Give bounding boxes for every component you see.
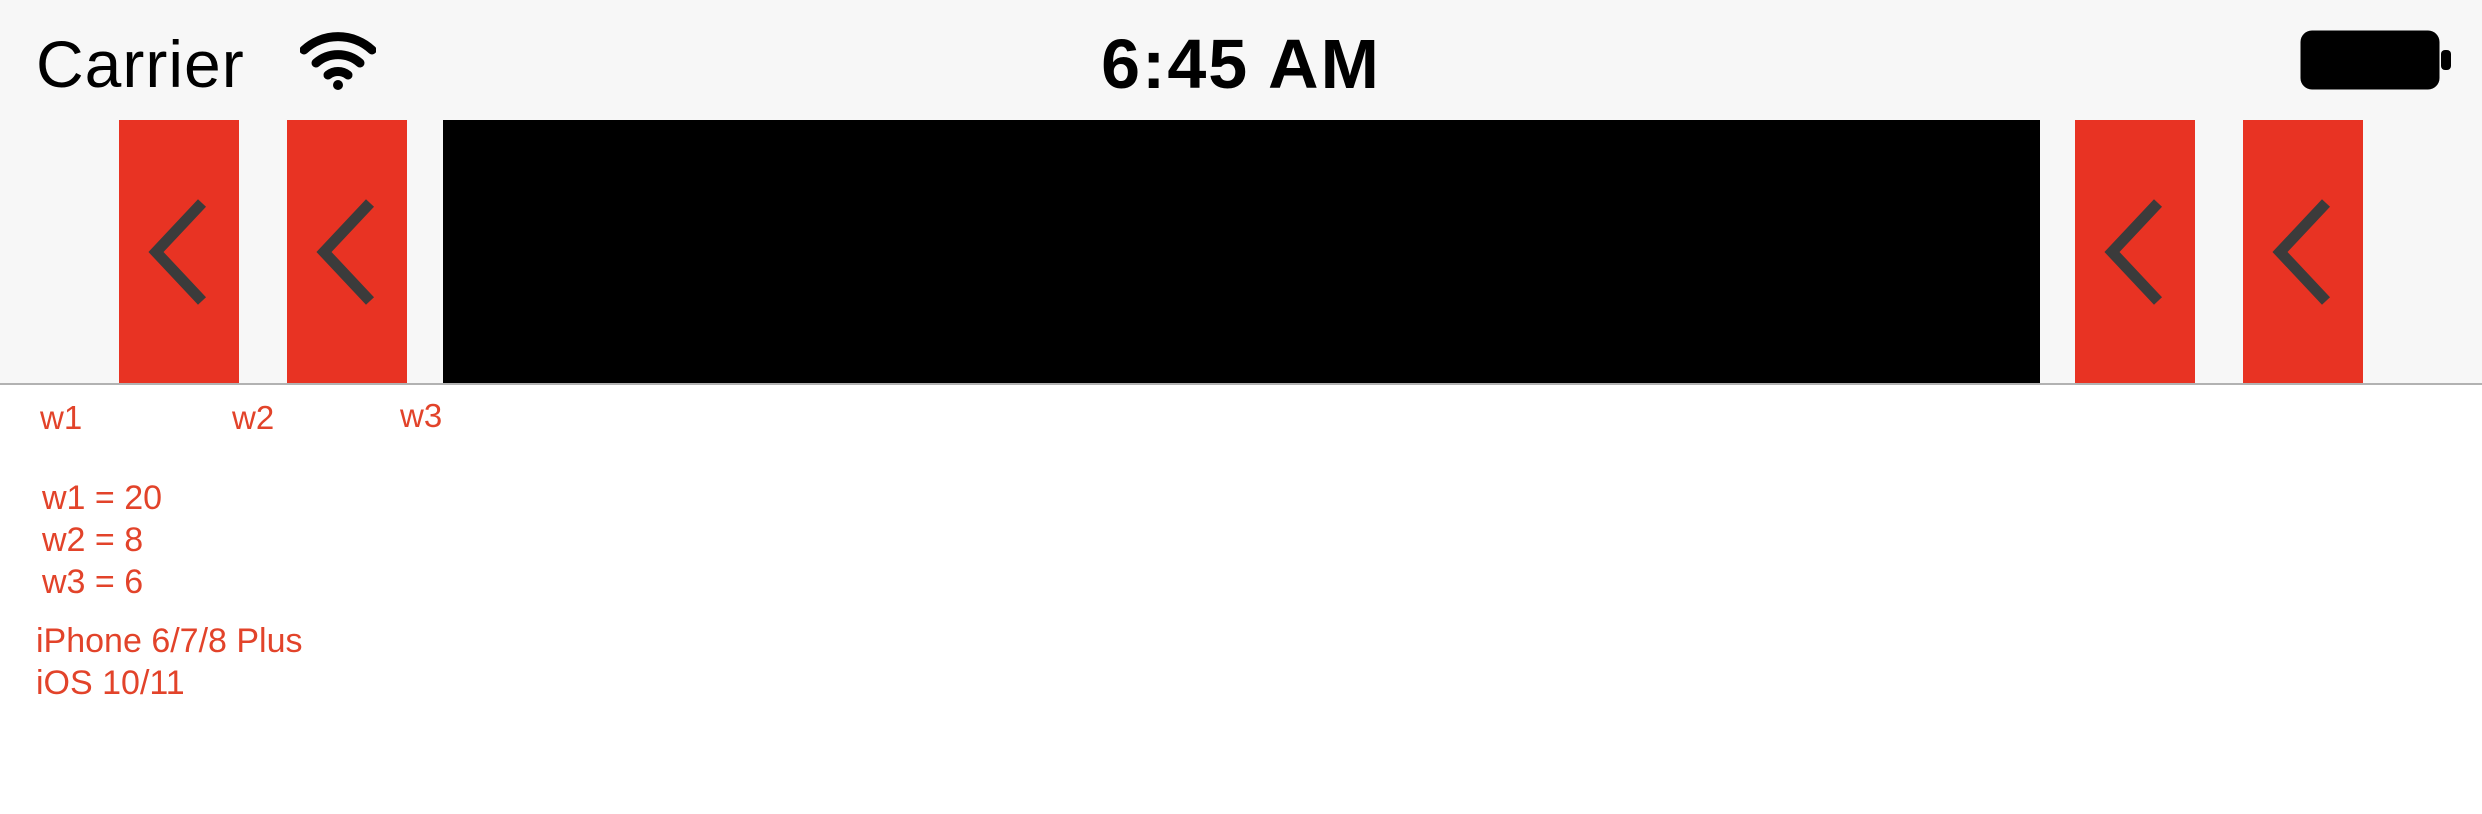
- label-w2: w2: [232, 399, 275, 436]
- left-back-button-2[interactable]: [287, 120, 407, 383]
- chevron-left-icon: [2104, 198, 2163, 305]
- right-back-button-1[interactable]: [2075, 120, 2195, 383]
- chevron-left-icon: [148, 198, 207, 305]
- status-bar: Carrier 6:45 AM: [0, 0, 2482, 120]
- chevron-left-icon: [316, 198, 375, 305]
- right-back-button-2[interactable]: [2243, 120, 2363, 383]
- note-os: iOS 10/11: [36, 664, 185, 702]
- label-w3: w3: [400, 397, 443, 434]
- note-w3-value: w3 = 6: [42, 563, 144, 601]
- status-time: 6:45 AM: [1101, 25, 1381, 103]
- label-w1: w1: [40, 399, 83, 436]
- left-back-button-1[interactable]: [119, 120, 239, 383]
- note-w1-value: w1 = 20: [42, 479, 163, 517]
- screen: Carrier 6:45 AM w1 w2 w3 w1 = 20 w2 = 8 …: [0, 0, 2482, 814]
- note-device: iPhone 6/7/8 Plus: [36, 622, 303, 660]
- note-w2-value: w2 = 8: [42, 521, 144, 559]
- chevron-left-icon: [2272, 198, 2331, 305]
- battery-icon: [2300, 30, 2451, 90]
- title-view: [443, 120, 2040, 383]
